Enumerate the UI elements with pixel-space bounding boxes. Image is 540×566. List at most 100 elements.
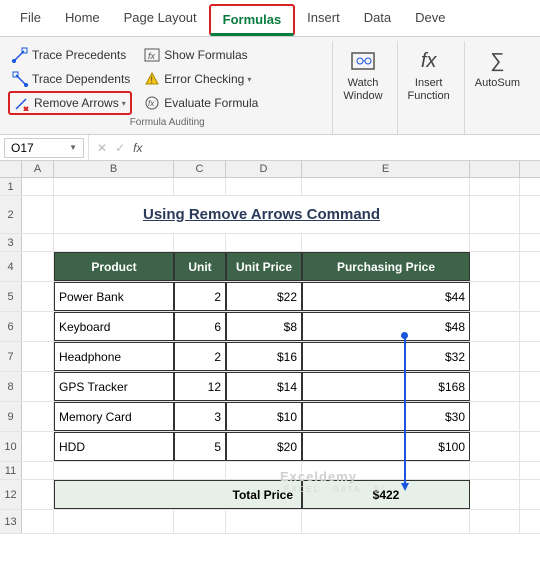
cell[interactable] [470, 178, 520, 195]
cell[interactable] [22, 462, 54, 479]
row-header[interactable]: 3 [0, 234, 22, 251]
table-cell-unit[interactable]: 6 [174, 312, 226, 341]
table-cell-product[interactable]: Memory Card [54, 402, 174, 431]
tab-insert[interactable]: Insert [295, 4, 352, 36]
table-cell-product[interactable]: Headphone [54, 342, 174, 371]
cell[interactable] [22, 312, 54, 341]
cell[interactable] [302, 234, 470, 251]
row-header[interactable]: 7 [0, 342, 22, 371]
cell[interactable] [470, 252, 520, 281]
table-cell-unit-price[interactable]: $10 [226, 402, 302, 431]
cell[interactable] [226, 510, 302, 533]
show-formulas-button[interactable]: fx Show Formulas [140, 45, 251, 65]
tab-home[interactable]: Home [53, 4, 112, 36]
cell[interactable] [302, 178, 470, 195]
tab-data[interactable]: Data [352, 4, 403, 36]
table-cell-unit-price[interactable]: $8 [226, 312, 302, 341]
cell[interactable] [226, 178, 302, 195]
tab-formulas[interactable]: Formulas [209, 4, 296, 36]
cell[interactable] [174, 462, 226, 479]
cell[interactable] [470, 312, 520, 341]
cell[interactable] [302, 462, 470, 479]
table-cell-purchasing[interactable]: $44 [302, 282, 470, 311]
tab-file[interactable]: File [8, 4, 53, 36]
table-cell-purchasing[interactable]: $30 [302, 402, 470, 431]
insert-function-button[interactable]: fx InsertFunction [400, 43, 458, 107]
table-cell-unit[interactable]: 3 [174, 402, 226, 431]
cell[interactable] [22, 510, 54, 533]
row-header[interactable]: 9 [0, 402, 22, 431]
cell[interactable] [22, 372, 54, 401]
cell[interactable] [470, 462, 520, 479]
table-cell-purchasing[interactable]: $100 [302, 432, 470, 461]
table-cell-purchasing[interactable]: $168 [302, 372, 470, 401]
evaluate-formula-button[interactable]: fx Evaluate Formula [140, 93, 262, 113]
col-header[interactable] [470, 161, 520, 177]
table-cell-product[interactable]: Power Bank [54, 282, 174, 311]
cell[interactable] [470, 510, 520, 533]
cell[interactable] [22, 234, 54, 251]
table-cell-unit-price[interactable]: $14 [226, 372, 302, 401]
col-header[interactable]: E [302, 161, 470, 177]
row-header[interactable]: 10 [0, 432, 22, 461]
row-header[interactable]: 11 [0, 462, 22, 479]
cell[interactable] [174, 510, 226, 533]
table-header[interactable]: Unit [174, 252, 226, 281]
cell[interactable] [470, 480, 520, 509]
cell[interactable] [226, 234, 302, 251]
total-value-cell[interactable]: $422 [302, 480, 470, 509]
cell[interactable] [470, 342, 520, 371]
cancel-icon[interactable]: ✕ [97, 141, 107, 155]
name-box[interactable]: O17 ▼ [4, 138, 84, 158]
cell[interactable] [470, 402, 520, 431]
table-header[interactable]: Purchasing Price [302, 252, 470, 281]
row-header[interactable]: 1 [0, 178, 22, 195]
cell[interactable] [54, 462, 174, 479]
cell[interactable] [470, 432, 520, 461]
row-header[interactable]: 13 [0, 510, 22, 533]
cell[interactable] [22, 196, 54, 233]
cell[interactable] [54, 178, 174, 195]
cell[interactable] [54, 234, 174, 251]
table-cell-product[interactable]: Keyboard [54, 312, 174, 341]
error-checking-button[interactable]: ! Error Checking ▾ [140, 69, 255, 89]
col-header[interactable]: D [226, 161, 302, 177]
trace-precedents-button[interactable]: Trace Precedents [8, 45, 130, 65]
fx-icon[interactable]: fx [133, 141, 142, 155]
col-header[interactable]: A [22, 161, 54, 177]
cell[interactable] [174, 178, 226, 195]
table-cell-unit[interactable]: 12 [174, 372, 226, 401]
table-header[interactable]: Product [54, 252, 174, 281]
tab-page-layout[interactable]: Page Layout [112, 4, 209, 36]
table-cell-unit[interactable]: 5 [174, 432, 226, 461]
cell[interactable] [302, 510, 470, 533]
autosum-button[interactable]: ∑ AutoSum [467, 43, 528, 94]
cell[interactable] [22, 282, 54, 311]
row-header[interactable]: 2 [0, 196, 22, 233]
watch-window-button[interactable]: WatchWindow [335, 43, 390, 107]
col-header[interactable]: C [174, 161, 226, 177]
total-label-cell[interactable]: Total Price [54, 480, 302, 509]
trace-dependents-button[interactable]: Trace Dependents [8, 69, 134, 89]
cell[interactable] [470, 372, 520, 401]
cell[interactable] [22, 432, 54, 461]
table-cell-product[interactable]: HDD [54, 432, 174, 461]
row-header[interactable]: 8 [0, 372, 22, 401]
table-header[interactable]: Unit Price [226, 252, 302, 281]
table-cell-unit-price[interactable]: $16 [226, 342, 302, 371]
table-cell-purchasing[interactable]: $48 [302, 312, 470, 341]
row-header[interactable]: 5 [0, 282, 22, 311]
row-header[interactable]: 12 [0, 480, 22, 509]
cell[interactable] [22, 402, 54, 431]
enter-icon[interactable]: ✓ [115, 141, 125, 155]
cell[interactable] [22, 342, 54, 371]
col-header[interactable]: B [54, 161, 174, 177]
remove-arrows-button[interactable]: Remove Arrows ▾ [8, 91, 132, 115]
cell[interactable] [54, 510, 174, 533]
cell[interactable] [22, 178, 54, 195]
table-cell-unit[interactable]: 2 [174, 282, 226, 311]
cell[interactable] [226, 462, 302, 479]
cell[interactable] [470, 196, 520, 233]
title-cell[interactable]: Using Remove Arrows Command [54, 196, 470, 233]
table-cell-product[interactable]: GPS Tracker [54, 372, 174, 401]
